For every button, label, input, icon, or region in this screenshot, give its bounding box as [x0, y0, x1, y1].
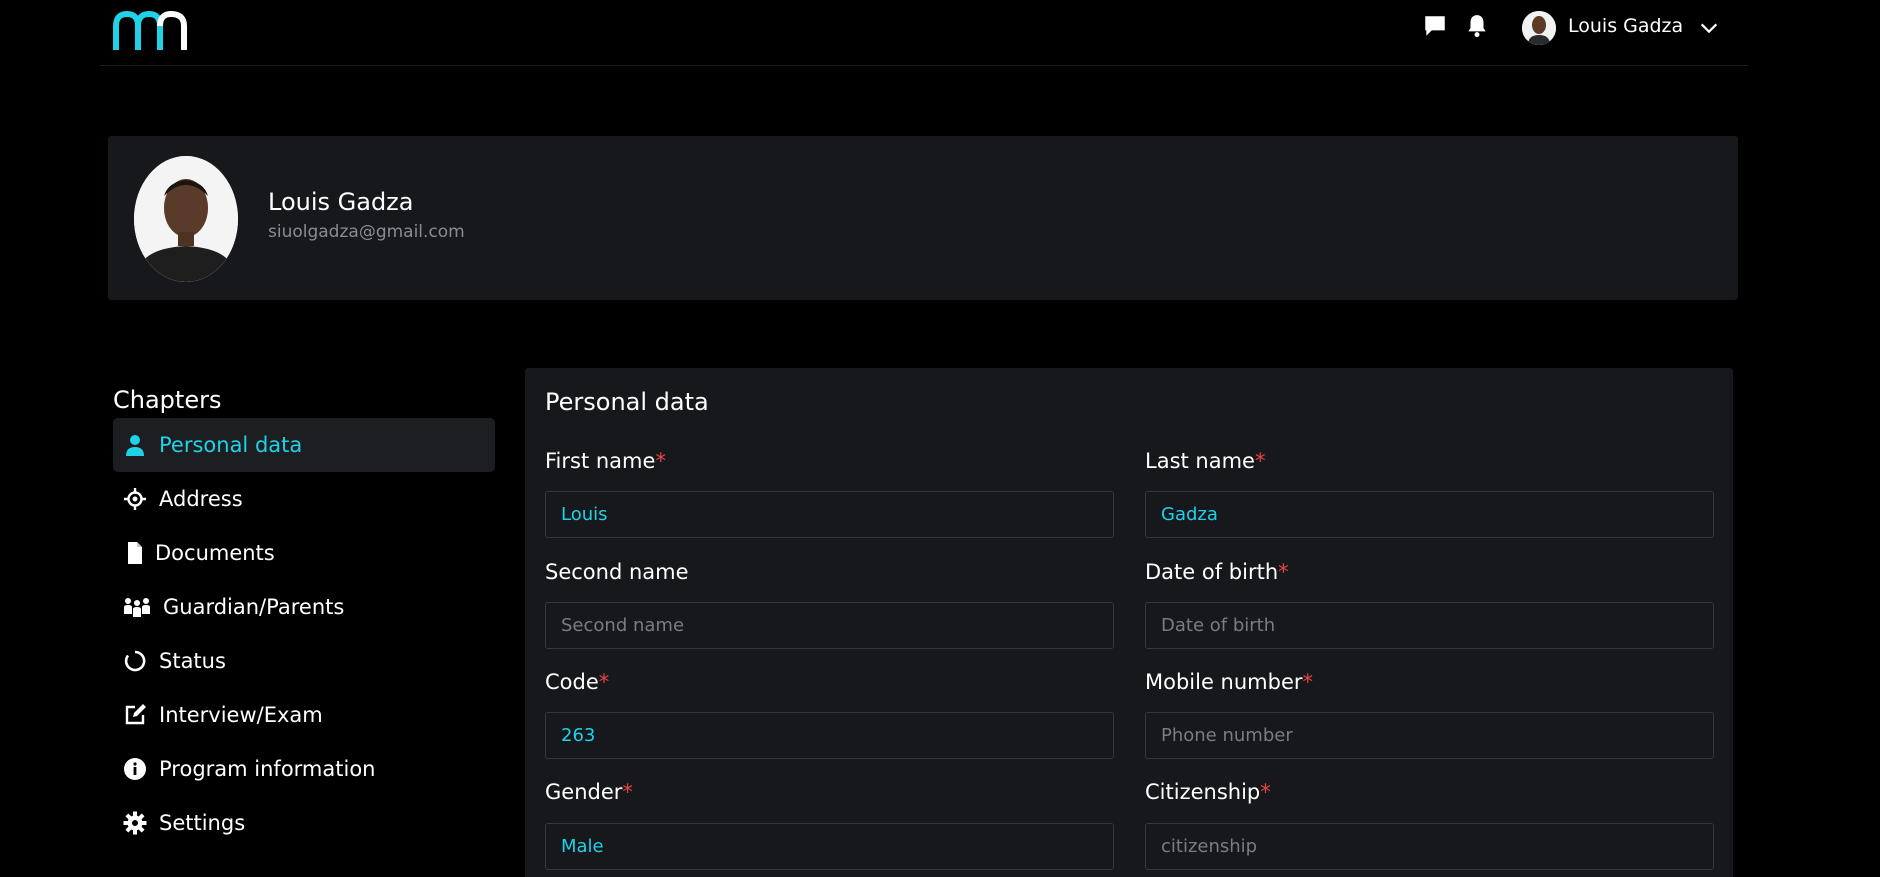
- sidebar-item-label: Status: [159, 649, 226, 673]
- sidebar-item-documents[interactable]: Documents: [113, 526, 495, 580]
- sidebar-item-label: Guardian/Parents: [163, 595, 345, 619]
- first-name-label: First name*: [545, 449, 666, 473]
- date-of-birth-label: Date of birth*: [1145, 560, 1289, 584]
- sidebar-item-label: Address: [159, 487, 243, 511]
- mobile-number-input[interactable]: [1145, 712, 1714, 759]
- gear-icon: [123, 811, 147, 835]
- profile-card: Louis Gadza siuolgadza@gmail.com: [108, 136, 1738, 300]
- family-icon: [124, 598, 150, 617]
- first-name-input[interactable]: [545, 491, 1114, 538]
- sidebar-item-label: Program information: [159, 757, 376, 781]
- country-code-input[interactable]: [545, 712, 1114, 759]
- logo-mn[interactable]: [112, 6, 190, 52]
- sidebar-item-address[interactable]: Address: [113, 472, 495, 526]
- date-of-birth-input[interactable]: [1145, 602, 1714, 649]
- chevron-down-icon[interactable]: [1698, 17, 1720, 39]
- last-name-label: Last name*: [1145, 449, 1266, 473]
- citizenship-input[interactable]: [1145, 823, 1714, 870]
- location-icon: [124, 488, 146, 510]
- code-label: Code*: [545, 670, 610, 694]
- gender-label: Gender*: [545, 780, 633, 804]
- sidebar-item-label: Documents: [155, 541, 275, 565]
- profile-photo: [134, 156, 238, 282]
- gender-input[interactable]: [545, 823, 1114, 870]
- info-icon: [124, 758, 146, 780]
- header-user-name[interactable]: Louis Gadza: [1568, 15, 1683, 37]
- profile-name: Louis Gadza: [268, 188, 414, 216]
- status-circle-icon: [124, 650, 146, 672]
- form-title: Personal data: [545, 388, 709, 416]
- second-name-input[interactable]: [545, 602, 1114, 649]
- second-name-label: Second name: [545, 560, 689, 584]
- sidebar-item-status[interactable]: Status: [113, 634, 495, 688]
- sidebar-item-label: Personal data: [159, 433, 303, 457]
- sidebar-item-label: Interview/Exam: [159, 703, 323, 727]
- profile-email: siuolgadza@gmail.com: [268, 222, 465, 242]
- sidebar-item-label: Settings: [159, 811, 246, 835]
- person-icon: [126, 435, 144, 456]
- citizenship-label: Citizenship*: [1145, 780, 1271, 804]
- chapters-title: Chapters: [113, 386, 222, 414]
- sidebar-item-personal-data[interactable]: Personal data: [113, 418, 495, 472]
- bell-icon[interactable]: [1464, 13, 1490, 39]
- chapters-nav: Personal data Address Documents Guardian…: [113, 418, 495, 850]
- edit-icon: [125, 704, 146, 725]
- user-avatar[interactable]: [1522, 11, 1556, 45]
- chat-icon[interactable]: [1422, 13, 1448, 39]
- sidebar-item-settings[interactable]: Settings: [113, 796, 495, 850]
- last-name-input[interactable]: [1145, 491, 1714, 538]
- sidebar-item-program-information[interactable]: Program information: [113, 742, 495, 796]
- sidebar-item-interview-exam[interactable]: Interview/Exam: [113, 688, 495, 742]
- sidebar-item-guardian-parents[interactable]: Guardian/Parents: [113, 580, 495, 634]
- mobile-number-label: Mobile number*: [1145, 670, 1314, 694]
- personal-data-form: Personal data First name* Last name* Sec…: [525, 368, 1733, 877]
- top-bar: Louis Gadza: [100, 0, 1748, 66]
- document-icon: [128, 542, 142, 564]
